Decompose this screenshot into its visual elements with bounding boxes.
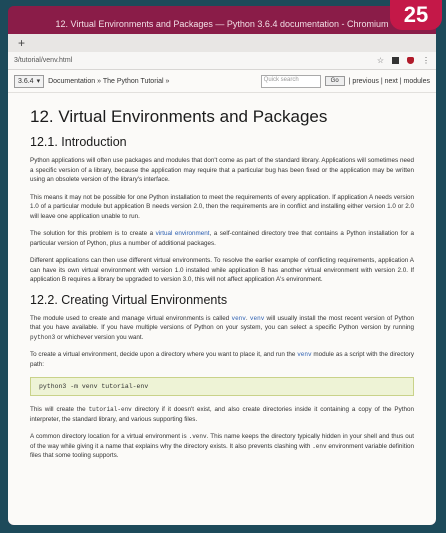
extension-icon[interactable] [392, 57, 399, 64]
text: To create a virtual environment, decide … [30, 351, 298, 358]
article: 12. Virtual Environments and Packages 12… [8, 93, 436, 461]
paragraph: Python applications will often use packa… [30, 157, 414, 183]
new-tab-button[interactable]: + [18, 36, 25, 50]
version-select[interactable]: 3.6.4 ▾ [14, 74, 45, 88]
breadcrumb[interactable]: Documentation » The Python Tutorial » [48, 78, 169, 85]
window-titlebar: 12. Virtual Environments and Packages — … [8, 6, 436, 34]
version-value: 3.6.4 [18, 77, 34, 85]
virtual-environment-link[interactable]: virtual environment [156, 230, 210, 237]
search-input[interactable]: Quick search [260, 74, 321, 88]
window-title: 12. Virtual Environments and Packages — … [55, 19, 389, 29]
code-block: python3 -m venv tutorial-env [30, 377, 414, 396]
star-icon[interactable]: ☆ [377, 56, 384, 65]
paragraph: This will create the tutorial-env direct… [30, 405, 414, 424]
venv-link[interactable]: venv [297, 351, 311, 358]
paragraph: To create a virtual environment, decide … [30, 350, 414, 369]
tab-strip: + [8, 34, 436, 52]
menu-icon[interactable]: ⋮ [422, 56, 430, 65]
section-title-introduction: 12.1. Introduction [30, 135, 127, 149]
address-bar[interactable]: 3/tutorial/venv.html ☆ ⋮ [8, 52, 436, 70]
text: or whichever version you want. [55, 333, 144, 341]
page-number-badge: 25 [390, 0, 442, 30]
paragraph: A common directory location for a virtua… [30, 432, 414, 461]
go-button[interactable]: Go [324, 76, 345, 86]
paragraph: The module used to create and manage vir… [30, 314, 414, 343]
inline-code: python3 [30, 333, 56, 341]
text: The solution for this problem is to crea… [30, 230, 156, 237]
nav-links[interactable]: | previous | next | modules [349, 78, 430, 85]
text: The module used to create and manage vir… [30, 314, 232, 322]
inline-code: .venv [188, 433, 207, 440]
paragraph: This means it may not be possible for on… [30, 193, 414, 220]
venv-link[interactable]: venv [231, 315, 245, 322]
shield-icon[interactable] [407, 57, 414, 64]
screenshot-frame: 12. Virtual Environments and Packages — … [8, 6, 436, 525]
doc-navbar: 3.6.4 ▾ Documentation » The Python Tutor… [8, 70, 436, 93]
paragraph: Different applications can then use diff… [30, 257, 414, 283]
text: A common directory location for a virtua… [30, 433, 189, 440]
section-title-creating: 12.2. Creating Virtual Environments [30, 292, 228, 307]
url-field[interactable]: 3/tutorial/venv.html [14, 57, 369, 64]
page-title: 12. Virtual Environments and Packages [30, 107, 328, 126]
venv-link[interactable]: venv [250, 315, 264, 322]
inline-code: .env [312, 442, 327, 450]
page-content: 3.6.4 ▾ Documentation » The Python Tutor… [8, 70, 436, 525]
text: This will create the [30, 406, 89, 413]
inline-code: tutorial-env [88, 406, 132, 413]
chevron-down-icon: ▾ [36, 78, 41, 85]
paragraph: The solution for this problem is to crea… [30, 229, 414, 248]
